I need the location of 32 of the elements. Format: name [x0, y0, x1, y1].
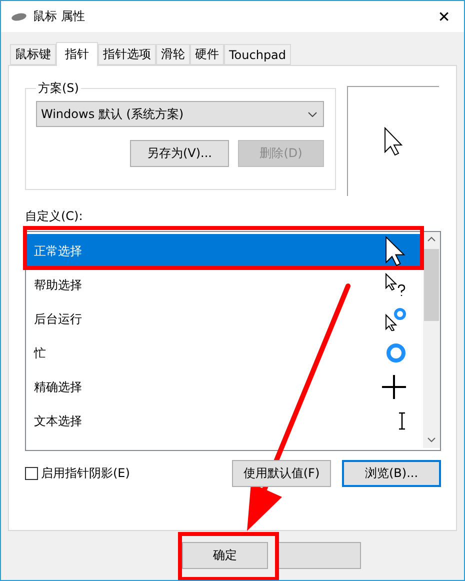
text-cursor-icon	[397, 412, 407, 430]
crosshair-icon	[381, 374, 407, 400]
tab[interactable]: 指针选项	[98, 44, 156, 65]
tab[interactable]: 鼠标键	[10, 44, 56, 65]
spinner-icon	[385, 342, 407, 364]
tab[interactable]: 硬件	[190, 44, 224, 65]
group-label: 方案(S)	[37, 80, 80, 97]
list-label: 自定义(C):	[25, 208, 84, 225]
list-item[interactable]: 后台运行	[26, 302, 423, 336]
tab[interactable]: Touchpad	[224, 44, 292, 65]
mouse-icon	[11, 12, 27, 22]
scrollbar[interactable]	[423, 232, 440, 448]
tab[interactable]: 指针	[56, 42, 98, 66]
list-item[interactable]: 正常选择	[26, 234, 423, 268]
tab[interactable]: 滑轮	[156, 44, 190, 65]
shadow-checkbox[interactable]: 启用指针阴影(E)	[25, 465, 221, 482]
chevron-down-icon	[308, 112, 317, 116]
list-item[interactable]: 帮助选择	[26, 268, 423, 302]
scheme-dropdown[interactable]: Windows 默认 (系统方案)	[36, 101, 324, 127]
arrow-cursor-icon	[385, 236, 407, 266]
list-item[interactable]: 精确选择	[26, 370, 423, 404]
busy-arrow-cursor-icon	[385, 307, 407, 331]
dialog-button[interactable]: 确定	[182, 542, 268, 569]
help-cursor-icon	[385, 273, 407, 297]
list-item[interactable]: 忙	[26, 336, 423, 370]
arrow-cursor-icon	[384, 126, 404, 156]
dialog-button[interactable]: 浏览(B)...	[342, 460, 441, 487]
dialog-button[interactable]: 使用默认值(F)	[232, 460, 331, 487]
close-button[interactable]: ✕	[434, 8, 454, 26]
window-title: 鼠标 属性	[33, 8, 86, 25]
dialog-button[interactable]: 另存为(V)...	[130, 140, 229, 167]
list-item[interactable]: 文本选择	[26, 404, 423, 438]
